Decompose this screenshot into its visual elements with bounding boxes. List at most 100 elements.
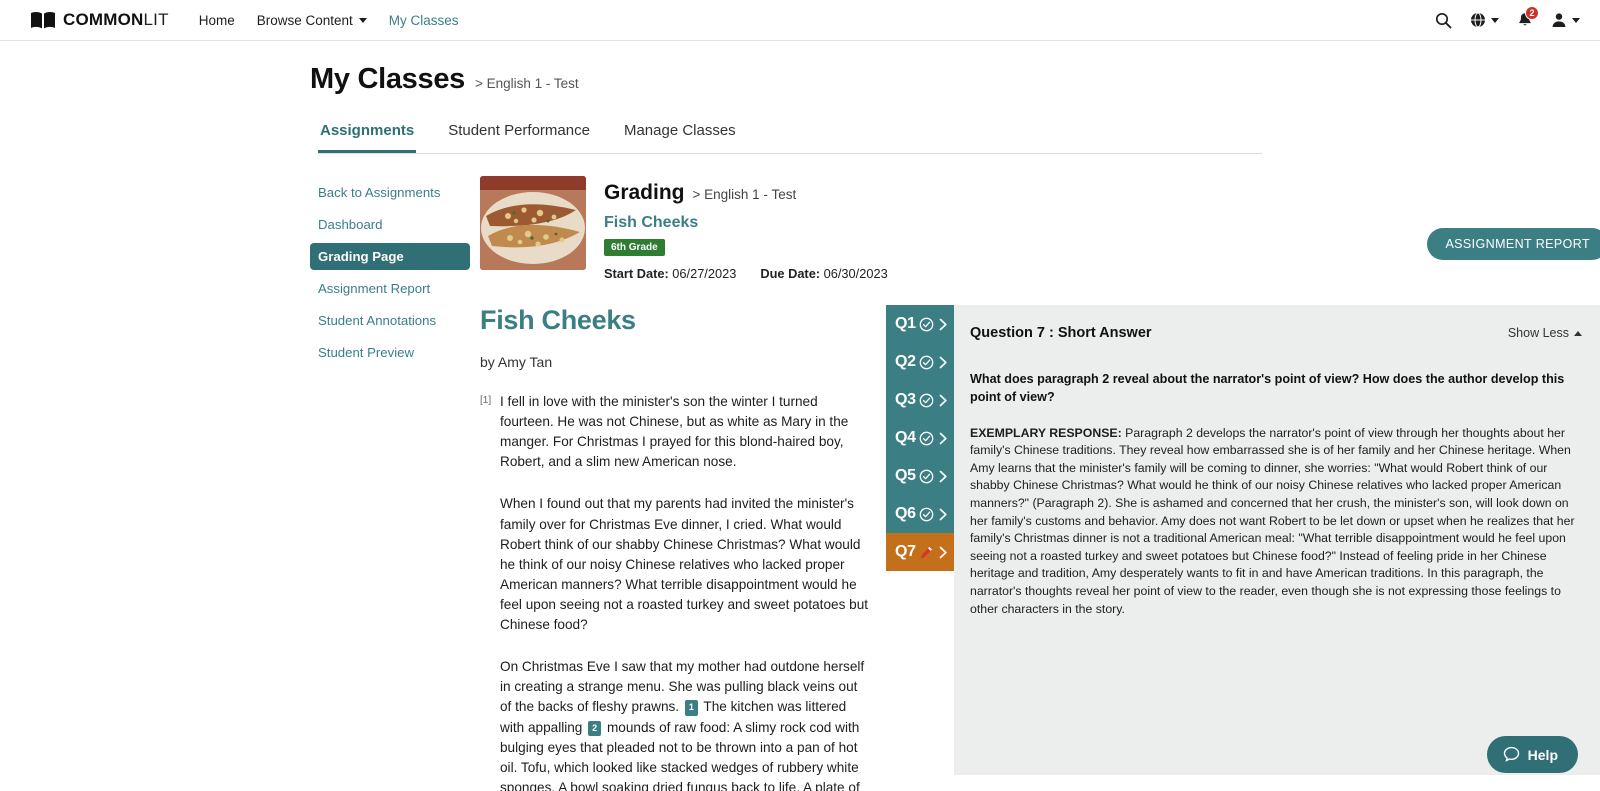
check-circle-icon [919, 507, 934, 522]
nav-right-icons: 2 [1435, 5, 1580, 29]
paragraph-text: When I found out that my parents had inv… [500, 496, 869, 633]
annotation-marker[interactable]: 1 [684, 700, 698, 716]
check-circle-icon [919, 355, 934, 370]
assignment-sidebar: Back to Assignments Dashboard Grading Pa… [310, 176, 470, 791]
book-icon [31, 11, 55, 28]
passage-title: Fish Cheeks [480, 305, 636, 335]
passage-author: by Amy Tan [480, 354, 553, 370]
question-panel-title: Question 7 : Short Answer [970, 325, 1152, 341]
cooked-fish-photo [480, 176, 586, 270]
grading-workspace: Fish Cheeks by Amy Tan [1] I fell in lov… [480, 305, 1600, 791]
passage-paragraph: [2] When I found out that my parents had… [480, 494, 870, 635]
commonlit-logo[interactable]: COMMONLIT [30, 10, 169, 30]
chevron-right-icon [937, 393, 950, 408]
sidebar-item-grading-page[interactable]: Grading Page [310, 243, 470, 270]
show-less-label: Show Less [1507, 326, 1569, 340]
brand-text: COMMONLIT [63, 10, 169, 29]
chat-bubble-icon [1503, 746, 1519, 762]
pencil-icon [919, 545, 934, 560]
question-zone: Q1 Q2 Q3 Q4 Q5 Q6 Q7 Question 7 : Short Answer… [886, 305, 1600, 791]
main-nav-links: Home Browse Content My Classes [199, 13, 459, 28]
assignment-header: Grading > English 1 - Test Fish Cheeks 6… [480, 176, 1600, 281]
sidebar-item-back-to-assignments[interactable]: Back to Assignments [310, 179, 470, 206]
help-widget-button[interactable]: Help [1486, 736, 1578, 773]
sidebar-item-student-annotations[interactable]: Student Annotations [310, 307, 470, 334]
help-label: Help [1527, 746, 1558, 763]
grading-breadcrumb: > English 1 - Test [692, 187, 797, 202]
chevron-right-icon [937, 469, 950, 484]
question-rail-item-q3[interactable]: Q3 [886, 381, 954, 419]
nav-link-browse-content[interactable]: Browse Content [257, 13, 367, 28]
question-rail-item-q2[interactable]: Q2 [886, 343, 954, 381]
chevron-right-icon [937, 317, 950, 332]
check-circle-icon [919, 393, 934, 408]
search-icon[interactable] [1435, 12, 1452, 29]
sidebar-item-dashboard[interactable]: Dashboard [310, 211, 470, 238]
sidebar-item-assignment-report[interactable]: Assignment Report [310, 275, 470, 302]
nav-link-my-classes[interactable]: My Classes [389, 13, 459, 28]
nav-link-home[interactable]: Home [199, 13, 235, 28]
show-less-toggle[interactable]: Show Less [1508, 326, 1582, 340]
chevron-right-icon [937, 431, 950, 446]
question-rail-label: Q7 [895, 543, 916, 560]
lesson-thumbnail[interactable] [480, 176, 586, 270]
passage-paragraph: [1] I fell in love with the minister's s… [480, 392, 870, 472]
passage-paragraph: [3] On Christmas Eve I saw that my mothe… [480, 657, 870, 791]
check-circle-icon [919, 431, 934, 446]
body-grid: Back to Assignments Dashboard Grading Pa… [0, 176, 1600, 791]
question-rail-label: Q3 [895, 391, 916, 408]
page-container: My Classes > English 1 - Test Assignment… [0, 41, 1600, 791]
check-circle-icon [919, 317, 934, 332]
question-rail-label: Q1 [895, 315, 916, 332]
paragraph-number: [1] [480, 395, 492, 406]
exemplary-response-body: Paragraph 2 develops the narrator's poin… [970, 425, 1575, 616]
globe-icon[interactable] [1470, 12, 1499, 28]
chevron-down-icon [358, 17, 367, 23]
question-prompt: What does paragraph 2 reveal about the n… [970, 372, 1565, 404]
question-rail-item-q4[interactable]: Q4 [886, 419, 954, 457]
assignment-report-button[interactable]: ASSIGNMENT REPORT [1427, 228, 1600, 260]
exemplary-response: EXEMPLARY RESPONSE: Paragraph 2 develops… [970, 425, 1582, 618]
question-rail-label: Q4 [895, 429, 916, 446]
due-date: Due Date: 06/30/2023 [760, 266, 888, 281]
chevron-down-icon [1572, 17, 1580, 23]
annotation-marker[interactable]: 2 [588, 720, 602, 736]
main-content: Grading > English 1 - Test Fish Cheeks 6… [470, 176, 1600, 791]
sidebar-item-student-preview[interactable]: Student Preview [310, 339, 470, 366]
check-circle-icon [919, 469, 934, 484]
tab-assignments[interactable]: Assignments [318, 122, 417, 153]
question-rail-label: Q5 [895, 467, 916, 484]
start-date: Start Date: 06/27/2023 [604, 266, 737, 281]
question-rail-item-q5[interactable]: Q5 [886, 457, 954, 495]
exemplary-response-label: EXEMPLARY RESPONSE: [970, 425, 1122, 440]
notifications-bell-icon[interactable]: 2 [1517, 5, 1539, 29]
chevron-right-icon [937, 507, 950, 522]
page-title: My Classes [310, 63, 465, 95]
question-rail: Q1 Q2 Q3 Q4 Q5 Q6 Q7 [886, 305, 954, 791]
account-icon[interactable] [1551, 12, 1580, 28]
notification-count-badge: 2 [1525, 5, 1539, 20]
question-rail-item-q7[interactable]: Q7 [886, 533, 954, 571]
grading-title: Grading [604, 181, 685, 204]
tab-bar: Assignments Student Performance Manage C… [318, 122, 1262, 154]
question-panel-header: Question 7 : Short Answer Show Less [970, 325, 1582, 341]
chevron-down-icon [1491, 17, 1499, 23]
tab-manage-classes[interactable]: Manage Classes [622, 122, 738, 153]
question-panel: Question 7 : Short Answer Show Less What… [954, 305, 1600, 775]
assignment-dates: Start Date: 06/27/2023 Due Date: 06/30/2… [604, 266, 1600, 281]
paragraph-text: I fell in love with the minister's son t… [500, 394, 849, 470]
question-rail-label: Q6 [895, 505, 916, 522]
tab-student-performance[interactable]: Student Performance [446, 122, 592, 153]
passage-panel: Fish Cheeks by Amy Tan [1] I fell in lov… [480, 305, 870, 791]
breadcrumb: > English 1 - Test [475, 76, 579, 91]
grade-level-badge: 6th Grade [604, 239, 665, 256]
question-rail-item-q6[interactable]: Q6 [886, 495, 954, 533]
page-header: My Classes > English 1 - Test [0, 41, 1600, 96]
chevron-up-icon [1574, 330, 1582, 336]
chevron-right-icon [937, 545, 950, 560]
question-rail-label: Q2 [895, 353, 916, 370]
assignment-meta: Grading > English 1 - Test Fish Cheeks 6… [604, 176, 1600, 281]
question-rail-item-q1[interactable]: Q1 [886, 305, 954, 343]
top-navigation-bar: COMMONLIT Home Browse Content My Classes… [0, 0, 1600, 41]
paragraph-text-annotated: On Christmas Eve I saw that my mother ha… [500, 659, 865, 791]
